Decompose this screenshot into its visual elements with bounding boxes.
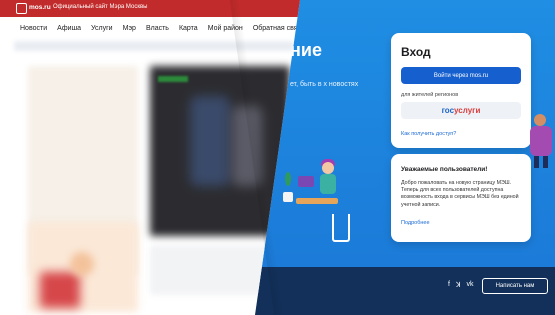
blurred-red-shape (40, 272, 80, 308)
notice-title: Уважаемые пользователи! (401, 166, 488, 173)
blurred-tag (158, 76, 188, 82)
blurred-face (70, 252, 94, 276)
nav-item-mayor[interactable]: Мэр (123, 19, 136, 37)
vk-icon[interactable]: vk (467, 281, 474, 289)
gosuslugi-part2: услуги (454, 106, 481, 115)
mos-logo-icon[interactable] (16, 3, 27, 14)
nav-item-afisha[interactable]: Афиша (57, 19, 81, 37)
right-person-leg-right (543, 156, 548, 168)
login-title: Вход (401, 45, 431, 59)
laptop-illustration (298, 176, 314, 187)
chair-illustration (332, 214, 350, 242)
notice-card: Уважаемые пользователи! Добро пожаловать… (391, 154, 531, 242)
plant-pot (283, 192, 293, 202)
nav-item-services[interactable]: Услуги (91, 19, 113, 37)
plant-leaf (285, 172, 291, 186)
right-person-illustration (530, 114, 552, 168)
facebook-icon[interactable]: f (448, 281, 450, 289)
right-person-leg-left (534, 156, 539, 168)
mos-nav: Новости Афиша Услуги Мэр Власть Карта Мо… (0, 19, 300, 37)
nav-item-map[interactable]: Карта (179, 19, 198, 37)
person-head (322, 162, 334, 174)
mos-brand[interactable]: mos.ru (29, 4, 51, 11)
person-body (320, 174, 336, 194)
hero-text: ет, быть в х новостях (290, 81, 359, 88)
write-us-button[interactable]: Написать нам (482, 278, 548, 294)
person-illustration (318, 159, 340, 202)
blurred-figure-1 (190, 96, 230, 186)
notice-body: Добро пожаловать на новую страницу МЭШ. … (401, 180, 519, 208)
login-mos-button[interactable]: Войти через mos.ru (401, 67, 521, 84)
odnoklassniki-icon[interactable]: ꓘ (456, 281, 461, 289)
gosuslugi-button[interactable]: гос услуги (401, 102, 521, 119)
notice-more-link[interactable]: Подробнее (401, 220, 430, 226)
right-person-body (530, 126, 552, 156)
how-to-get-access-link[interactable]: Как получить доступ? (401, 131, 456, 137)
comparison-stage: ние ет, быть в х новостях Вход Войти чер… (0, 0, 555, 315)
social-icons: f ꓘ vk (448, 281, 474, 289)
plant-illustration (283, 172, 293, 202)
login-card: Вход Войти через mos.ru для жителей реги… (391, 33, 531, 148)
blurred-subnav (14, 41, 294, 51)
regions-label: для жителей регионов (401, 92, 459, 98)
hero-title: ние (290, 40, 322, 60)
right-person-head (534, 114, 546, 126)
gosuslugi-part1: гос (441, 106, 455, 115)
nav-item-news[interactable]: Новости (20, 19, 47, 37)
mos-slogan: Официальный сайт Мэра Москвы (53, 4, 148, 10)
nav-item-power[interactable]: Власть (146, 19, 169, 37)
